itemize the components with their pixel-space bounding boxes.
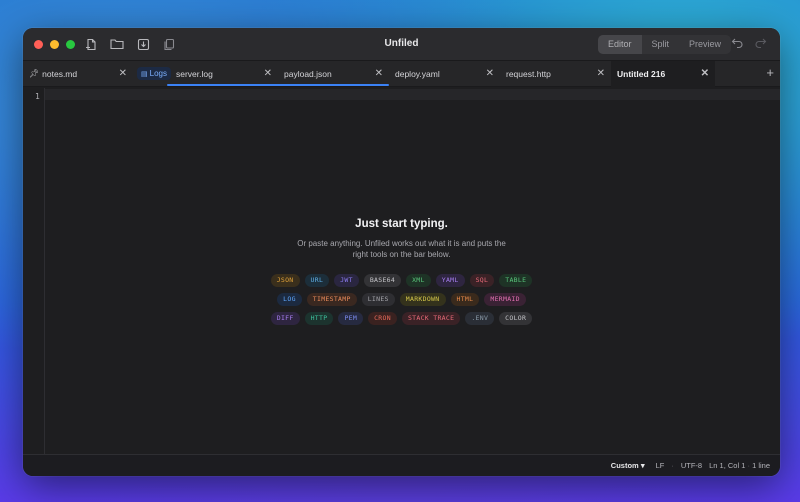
format-chip-lines[interactable]: LINES bbox=[361, 293, 395, 306]
close-window-button[interactable] bbox=[34, 40, 43, 49]
separator: · bbox=[671, 461, 674, 470]
close-tab-icon[interactable]: ✕ bbox=[486, 68, 494, 79]
close-tab-icon[interactable]: ✕ bbox=[375, 68, 383, 79]
format-chip-jwt[interactable]: JWT bbox=[334, 274, 359, 287]
close-tab-icon[interactable]: ✕ bbox=[264, 68, 272, 79]
tab-label: request.http bbox=[506, 68, 551, 79]
log-icon: ▤ bbox=[141, 70, 148, 78]
format-chip-color[interactable]: COLOR bbox=[499, 312, 533, 325]
zoom-window-button[interactable] bbox=[66, 40, 75, 49]
format-chip-html[interactable]: HTML bbox=[450, 293, 480, 306]
format-chip-table[interactable]: TABLE bbox=[499, 274, 533, 287]
encoding[interactable]: UTF-8 bbox=[681, 461, 702, 470]
app-window: Unfiled Editor Split Preview 📌︎ notes.md… bbox=[23, 28, 780, 476]
format-chip-env[interactable]: .ENV bbox=[465, 312, 495, 325]
download-icon[interactable] bbox=[135, 36, 151, 52]
tab-notes-md[interactable]: 📌︎ notes.md ✕ bbox=[23, 61, 133, 87]
cursor-position: Ln 1, Col 1 · 1 line bbox=[709, 461, 770, 470]
tab-label: notes.md bbox=[42, 68, 78, 79]
chevron-down-icon: ▾ bbox=[640, 461, 645, 470]
format-chip-pem[interactable]: PEM bbox=[338, 312, 364, 325]
chip-row: JSON URL JWT BASE64 XML YAML SQL TABLE bbox=[23, 274, 780, 287]
new-tab-button[interactable]: + bbox=[766, 66, 774, 79]
traffic-lights bbox=[34, 40, 75, 49]
format-chips: JSON URL JWT BASE64 XML YAML SQL TABLE LOG TIMEST… bbox=[23, 274, 780, 325]
close-tab-icon[interactable]: ✕ bbox=[701, 68, 709, 79]
logs-badge-container: ▤ Logs bbox=[133, 61, 171, 87]
undo-redo-group bbox=[731, 36, 767, 49]
tab-drag-indicator bbox=[167, 83, 389, 86]
close-tab-icon[interactable]: ✕ bbox=[119, 68, 127, 79]
minimize-window-button[interactable] bbox=[50, 40, 59, 49]
line-ending[interactable]: LF bbox=[656, 461, 665, 470]
tab-untitled-216[interactable]: Untitled 216 ✕ bbox=[611, 60, 715, 87]
line-number: 1 bbox=[35, 92, 40, 101]
editor-area[interactable]: 1 Just start typing. Or paste anything. … bbox=[23, 88, 780, 454]
format-chip-cron[interactable]: CRON bbox=[368, 312, 397, 325]
current-line-highlight bbox=[45, 89, 780, 100]
tab-deploy-yaml[interactable]: deploy.yaml ✕ bbox=[389, 61, 500, 87]
format-chip-mermaid[interactable]: MERMAID bbox=[484, 293, 526, 306]
tab-payload-json[interactable]: payload.json ✕ bbox=[167, 61, 389, 87]
pin-icon: 📌︎ bbox=[29, 69, 40, 78]
undo-icon[interactable] bbox=[731, 36, 744, 49]
tab-request-http[interactable]: request.http ✕ bbox=[500, 61, 611, 87]
format-chip-url[interactable]: URL bbox=[304, 274, 330, 287]
tab-label: payload.json bbox=[284, 68, 332, 79]
format-chip-timestamp[interactable]: TIMESTAMP bbox=[306, 293, 357, 306]
view-mode-split[interactable]: Split bbox=[642, 35, 680, 54]
syntax-mode-select[interactable]: Custom ▾ bbox=[611, 461, 645, 470]
format-chip-yaml[interactable]: YAML bbox=[435, 274, 465, 287]
tab-bar: 📌︎ notes.md ✕ ▤ Logs server.log ✕ payload… bbox=[23, 60, 780, 87]
folder-icon[interactable] bbox=[109, 36, 125, 52]
format-chip-stack-trace[interactable]: STACK TRACE bbox=[401, 312, 461, 325]
empty-state: Just start typing. Or paste anything. Un… bbox=[23, 218, 780, 325]
chip-row: DIFF HTTP PEM CRON STACK TRACE .ENV COLOR bbox=[23, 312, 780, 325]
toolbar-icons bbox=[83, 36, 177, 52]
tab-label: deploy.yaml bbox=[395, 68, 440, 79]
view-mode-editor[interactable]: Editor bbox=[598, 35, 642, 54]
format-chip-base64[interactable]: BASE64 bbox=[363, 274, 402, 287]
redo-icon[interactable] bbox=[754, 36, 767, 49]
empty-state-headline: Just start typing. bbox=[355, 218, 448, 230]
close-tab-icon[interactable]: ✕ bbox=[597, 68, 605, 79]
tab-server-log[interactable]: server.log ✕ bbox=[170, 61, 278, 87]
format-chip-diff[interactable]: DIFF bbox=[270, 312, 300, 325]
empty-state-description: Or paste anything. Unfiled works out wha… bbox=[297, 239, 506, 259]
titlebar: Unfiled Editor Split Preview bbox=[23, 28, 780, 61]
new-file-icon[interactable] bbox=[83, 36, 99, 52]
view-mode-switch: Editor Split Preview bbox=[598, 35, 732, 54]
logs-badge[interactable]: ▤ Logs bbox=[137, 67, 171, 80]
status-bar: Custom ▾ LF · UTF-8 Ln 1, Col 1 · 1 line bbox=[23, 454, 780, 476]
view-mode-preview[interactable]: Preview bbox=[679, 35, 731, 54]
tab-label: server.log bbox=[176, 68, 213, 79]
format-chip-log[interactable]: LOG bbox=[277, 293, 302, 306]
tab-label: Untitled 216 bbox=[617, 68, 666, 79]
format-chip-json[interactable]: JSON bbox=[270, 274, 300, 287]
format-chip-xml[interactable]: XML bbox=[406, 274, 431, 287]
chip-row: LOG TIMESTAMP LINES MARKDOWN HTML MERMAID bbox=[23, 293, 780, 306]
format-chip-markdown[interactable]: MARKDOWN bbox=[399, 293, 446, 306]
format-chip-sql[interactable]: SQL bbox=[469, 274, 495, 287]
format-chip-http[interactable]: HTTP bbox=[304, 312, 334, 325]
copy-icon[interactable] bbox=[161, 36, 177, 52]
